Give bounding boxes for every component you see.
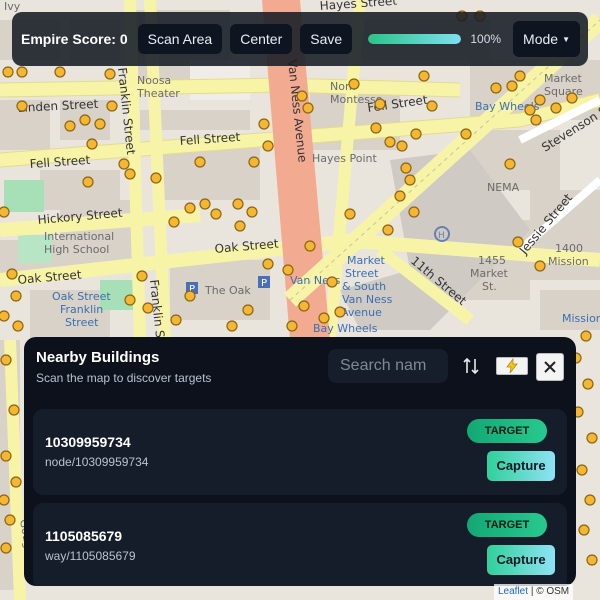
svg-text:Market: Market bbox=[470, 267, 508, 280]
close-icon bbox=[544, 361, 556, 373]
svg-text:1455: 1455 bbox=[478, 254, 506, 267]
svg-text:Avenue: Avenue bbox=[341, 306, 382, 319]
center-button[interactable]: Center bbox=[230, 24, 293, 54]
capture-button[interactable]: Capture bbox=[487, 545, 555, 575]
svg-text:Market: Market bbox=[544, 72, 582, 85]
svg-text:Noosa: Noosa bbox=[137, 74, 171, 87]
close-button[interactable] bbox=[536, 353, 564, 381]
scan-area-button[interactable]: Scan Area bbox=[137, 24, 223, 54]
building-ref: node/10309959734 bbox=[45, 455, 149, 469]
capture-button[interactable]: Capture bbox=[487, 451, 555, 481]
svg-text:Street: Street bbox=[65, 316, 99, 329]
svg-text:St.: St. bbox=[482, 280, 497, 293]
scan-progress-fill bbox=[368, 34, 462, 44]
scan-progress-bar bbox=[368, 34, 462, 44]
save-button[interactable]: Save bbox=[300, 24, 353, 54]
svg-text:International: International bbox=[44, 230, 114, 243]
building-ref: way/1105085679 bbox=[45, 549, 136, 563]
svg-text:Theater: Theater bbox=[136, 87, 180, 100]
empire-score: Empire Score: 0 bbox=[21, 31, 128, 47]
mode-dropdown[interactable]: Mode ▼ bbox=[513, 21, 580, 57]
map-attribution: Leaflet | © OSM bbox=[494, 584, 574, 600]
nearby-buildings-panel: Nearby Buildings Scan the map to discove… bbox=[24, 337, 576, 586]
sort-arrows-icon bbox=[463, 357, 479, 375]
svg-text:Bay Wheels: Bay Wheels bbox=[313, 322, 378, 335]
building-card[interactable]: 10309959734 node/10309959734 TARGET Capt… bbox=[33, 409, 567, 495]
svg-text:P: P bbox=[261, 278, 267, 289]
target-badge: TARGET bbox=[467, 513, 547, 537]
search-input[interactable] bbox=[328, 349, 448, 383]
svg-text:Market: Market bbox=[347, 254, 385, 267]
attribution-separator: | bbox=[530, 586, 534, 597]
svg-text:H: H bbox=[438, 231, 445, 241]
svg-text:Hayes Point: Hayes Point bbox=[312, 152, 378, 165]
svg-text:Mission: Mission bbox=[548, 255, 589, 268]
sort-button[interactable] bbox=[460, 355, 482, 377]
top-toolbar: Empire Score: 0 Scan Area Center Save 10… bbox=[12, 12, 588, 66]
building-id: 10309959734 bbox=[45, 434, 131, 450]
svg-text:Franklin: Franklin bbox=[60, 303, 103, 316]
svg-text:Ivy: Ivy bbox=[4, 0, 21, 13]
auto-target-button[interactable] bbox=[496, 357, 528, 375]
panel-subtitle: Scan the map to discover targets bbox=[36, 371, 212, 385]
mode-label: Mode bbox=[523, 31, 559, 47]
panel-title: Nearby Buildings bbox=[36, 349, 160, 366]
svg-text:& South: & South bbox=[342, 280, 386, 293]
svg-text:The Oak: The Oak bbox=[204, 284, 251, 297]
chevron-down-icon: ▼ bbox=[562, 35, 570, 44]
building-id: 1105085679 bbox=[45, 528, 123, 544]
svg-text:Street: Street bbox=[345, 267, 379, 280]
svg-text:NEMA: NEMA bbox=[487, 181, 520, 194]
svg-text:Oak Street: Oak Street bbox=[52, 290, 111, 303]
osm-credit: © OSM bbox=[536, 586, 570, 597]
svg-text:1400: 1400 bbox=[555, 242, 583, 255]
svg-text:Mission: Mission bbox=[562, 312, 600, 325]
svg-text:Van Ness: Van Ness bbox=[342, 293, 393, 306]
lightning-icon bbox=[506, 357, 518, 374]
target-badge: TARGET bbox=[467, 419, 547, 443]
svg-text:High School: High School bbox=[44, 243, 109, 256]
leaflet-link[interactable]: Leaflet bbox=[498, 586, 528, 597]
scan-progress-label: 100% bbox=[470, 32, 502, 46]
building-card[interactable]: 1105085679 way/1105085679 TARGET Capture bbox=[33, 503, 567, 586]
